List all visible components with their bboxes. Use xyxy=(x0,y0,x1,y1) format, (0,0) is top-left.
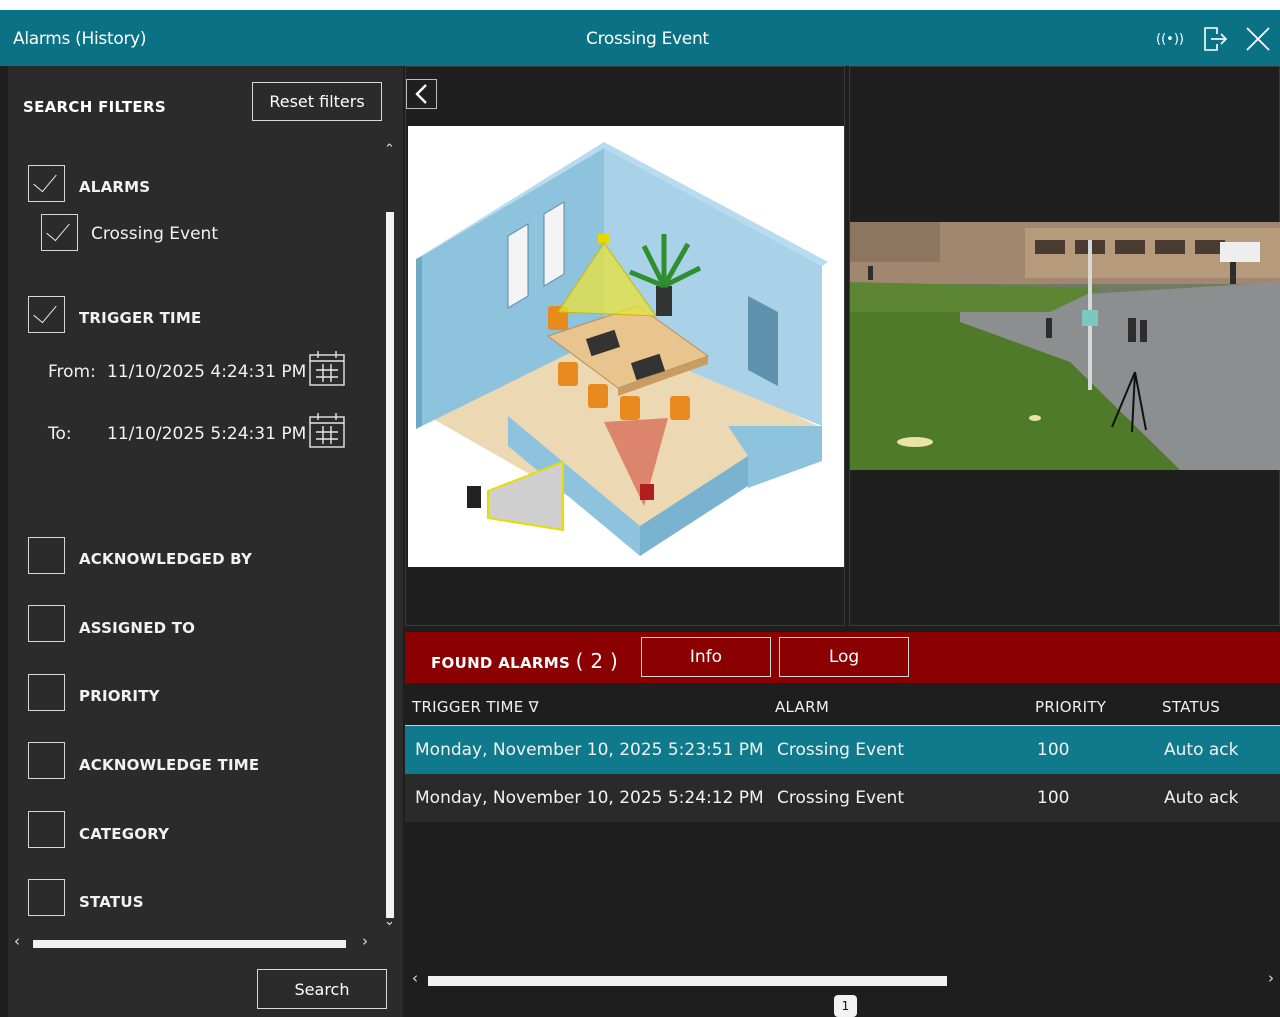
status-cell: Auto ack xyxy=(1164,740,1239,760)
status-cell: Auto ack xyxy=(1164,788,1239,808)
page-number-badge[interactable]: 1 xyxy=(834,995,857,1017)
close-icon[interactable] xyxy=(1240,24,1276,54)
from-label: From: xyxy=(48,362,96,382)
table-header: TRIGGER TIME ∇ ALARM PRIORITY STATUS xyxy=(405,683,1280,726)
assigned-to-filter-label: ASSIGNED TO xyxy=(79,619,196,637)
search-button[interactable]: Search xyxy=(257,969,387,1009)
filters-vertical-scrollbar[interactable] xyxy=(386,212,394,918)
trigger-time-checkbox[interactable] xyxy=(28,296,65,333)
alarm-cell: Crossing Event xyxy=(777,740,904,760)
alarm-column-header[interactable]: ALARM xyxy=(775,698,829,716)
alarm-name-title: Crossing Event xyxy=(586,29,709,49)
floor-plan-image xyxy=(408,126,844,567)
found-alarms-label: FOUND ALARMS ( 2 ) xyxy=(431,649,618,673)
scroll-right-icon[interactable]: › xyxy=(362,932,368,950)
trigger-time-cell: Monday, November 10, 2025 5:24:12 PM xyxy=(415,788,764,808)
to-datetime-field[interactable]: 11/10/2025 5:24:31 PM xyxy=(107,424,306,444)
from-datetime-field[interactable]: 11/10/2025 4:24:31 PM xyxy=(107,362,306,382)
priority-column-header[interactable]: PRIORITY xyxy=(1035,698,1106,716)
found-alarms-count: ( 2 ) xyxy=(575,649,619,673)
search-filters-heading: SEARCH FILTERS xyxy=(23,98,166,116)
tab-info[interactable]: Info xyxy=(641,637,771,677)
status-checkbox[interactable] xyxy=(28,879,65,916)
category-filter-label: CATEGORY xyxy=(79,825,170,843)
title-bar: Alarms (History) Crossing Event ((•)) xyxy=(0,10,1280,66)
table-scroll-right-icon[interactable]: › xyxy=(1268,969,1274,987)
priority-cell: 100 xyxy=(1037,788,1070,808)
assigned-to-checkbox[interactable] xyxy=(28,605,65,642)
priority-checkbox[interactable] xyxy=(28,674,65,711)
table-scroll-left-icon[interactable]: ‹ xyxy=(412,969,418,987)
priority-filter-label: PRIORITY xyxy=(79,687,160,705)
reset-filters-button[interactable]: Reset filters xyxy=(252,82,382,121)
priority-cell: 100 xyxy=(1037,740,1070,760)
alarm-cell: Crossing Event xyxy=(777,788,904,808)
to-calendar-icon[interactable] xyxy=(308,411,346,449)
table-row[interactable]: Monday, November 10, 2025 5:24:12 PM Cro… xyxy=(405,774,1280,822)
filters-horizontal-scrollbar[interactable] xyxy=(33,940,346,948)
window-title: Alarms (History) xyxy=(13,29,147,49)
acknowledged-by-checkbox[interactable] xyxy=(28,537,65,574)
found-alarms-text: FOUND ALARMS xyxy=(431,654,571,672)
collapse-panel-chevron-left-icon[interactable] xyxy=(406,79,437,109)
acknowledged-by-filter-label: ACKNOWLEDGED BY xyxy=(79,550,253,568)
crossing-event-checkbox[interactable] xyxy=(41,214,78,251)
found-alarms-bar: FOUND ALARMS ( 2 ) Info Log xyxy=(405,632,1280,683)
trigger-time-filter-label: TRIGGER TIME xyxy=(79,309,202,327)
logout-icon[interactable] xyxy=(1198,24,1232,54)
status-column-header[interactable]: STATUS xyxy=(1162,698,1220,716)
alarms-table: TRIGGER TIME ∇ ALARM PRIORITY STATUS Mon… xyxy=(405,683,1280,822)
scroll-up-icon[interactable]: ⌃ xyxy=(384,142,395,157)
table-row[interactable]: Monday, November 10, 2025 5:23:51 PM Cro… xyxy=(405,726,1280,774)
to-label: To: xyxy=(48,424,72,444)
status-filter-label: STATUS xyxy=(79,893,144,911)
tab-log[interactable]: Log xyxy=(779,637,909,677)
acknowledge-time-checkbox[interactable] xyxy=(28,742,65,779)
floor-plan-panel xyxy=(405,66,845,626)
search-filters-panel: SEARCH FILTERS Reset filters ⌃ ALARMS Cr… xyxy=(8,66,403,1017)
from-calendar-icon[interactable] xyxy=(308,349,346,387)
category-checkbox[interactable] xyxy=(28,811,65,848)
broadcast-icon[interactable]: ((•)) xyxy=(1152,24,1188,54)
alarms-checkbox[interactable] xyxy=(28,165,65,202)
trigger-time-column-header[interactable]: TRIGGER TIME ∇ xyxy=(412,698,539,716)
camera-feed-image xyxy=(850,222,1280,470)
crossing-event-filter-label: Crossing Event xyxy=(91,224,218,244)
scroll-down-icon[interactable]: ⌄ xyxy=(384,914,395,929)
alarms-history-window: Alarms (History) Crossing Event ((•)) SE… xyxy=(0,10,1280,1017)
alarms-filter-label: ALARMS xyxy=(79,178,151,196)
scroll-left-icon[interactable]: ‹ xyxy=(14,932,20,950)
trigger-time-cell: Monday, November 10, 2025 5:23:51 PM xyxy=(415,740,764,760)
camera-view-panel xyxy=(849,66,1280,626)
acknowledge-time-filter-label: ACKNOWLEDGE TIME xyxy=(79,756,260,774)
table-horizontal-scrollbar[interactable] xyxy=(428,976,947,986)
